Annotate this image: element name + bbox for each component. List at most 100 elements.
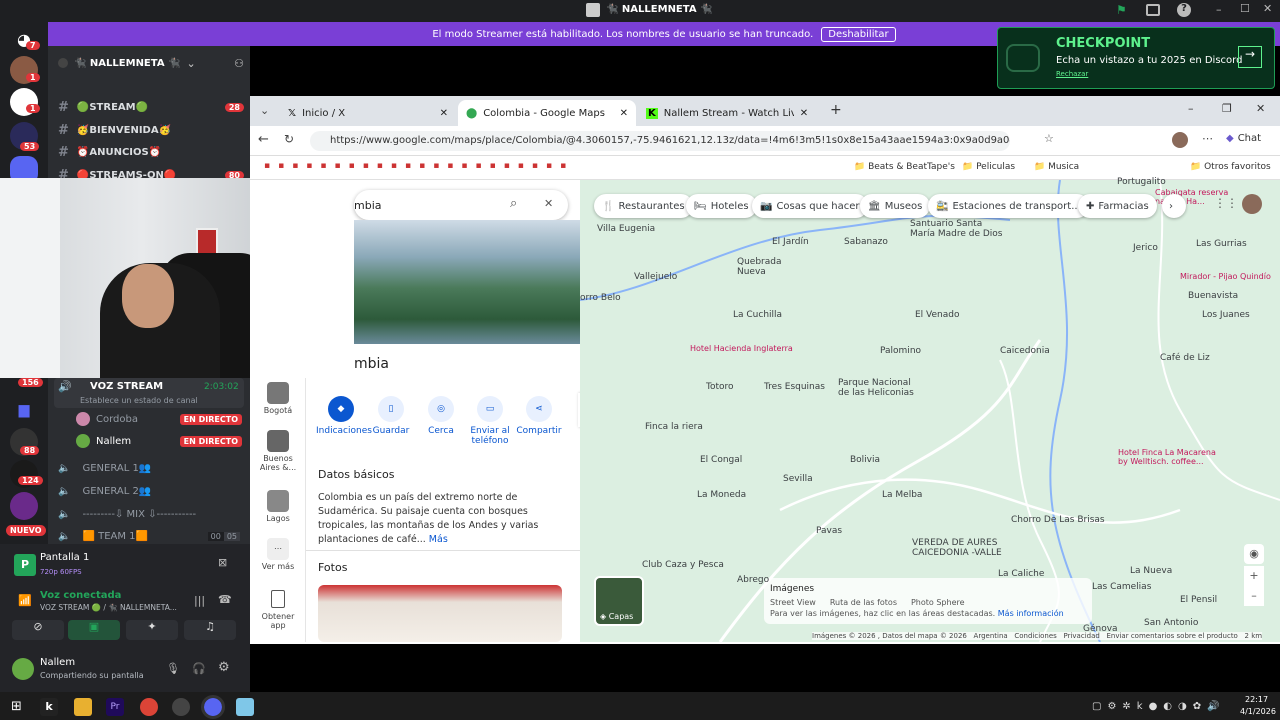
map-poi-label[interactable]: Mirador - Pijao Quindío: [1180, 272, 1271, 281]
inbox-icon[interactable]: ⚑: [1116, 3, 1130, 17]
disconnect-icon[interactable]: ☎: [218, 593, 232, 606]
map-place-label[interactable]: El Venado: [915, 310, 959, 320]
map-place-label[interactable]: La Caliche: [998, 569, 1044, 579]
tab-x[interactable]: 𝕏 Inicio / X ✕: [280, 100, 456, 126]
map-place-label[interactable]: Totoro: [706, 382, 734, 392]
close-browser-button[interactable]: ✕: [1256, 102, 1265, 115]
arrow-right-icon[interactable]: →: [1238, 46, 1262, 68]
map-poi-label[interactable]: Hotel Hacienda Inglaterra: [690, 344, 793, 353]
tray-icons[interactable]: ▢⚙✲k●◐◑✿🔊: [1092, 701, 1226, 712]
screen-icon[interactable]: [1146, 4, 1160, 16]
map-place-label[interactable]: La Moneda: [697, 490, 746, 500]
get-app[interactable]: Obtener app: [256, 590, 300, 630]
photo-sphere-option[interactable]: Photo Sphere: [911, 598, 965, 607]
voice-channel[interactable]: 🔈 GENERAL 2👥: [58, 483, 244, 499]
chat-button[interactable]: ◆ Chat: [1226, 133, 1261, 144]
bookmark-icons[interactable]: ▪▪▪▪▪▪▪▪▪▪▪▪▪▪▪▪▪▪▪▪▪▪: [264, 161, 574, 171]
back-icon[interactable]: ←: [258, 132, 269, 147]
share-screen-button[interactable]: ▣: [68, 620, 120, 640]
map-place-label[interactable]: El Pensil: [1180, 595, 1217, 605]
bookmark-star-icon[interactable]: ☆: [1044, 132, 1054, 145]
camera-off-button[interactable]: ⊘: [12, 620, 64, 640]
avatar[interactable]: [12, 658, 34, 680]
bookmark-folder[interactable]: 📁 Musica: [1034, 162, 1079, 172]
disable-streamer-button[interactable]: Deshabilitar: [821, 26, 896, 42]
chip-restaurants[interactable]: 🍴 Restaurantes: [594, 194, 693, 218]
server-header[interactable]: 🐈‍⬛ NALLEMNETA 🐈‍⬛ ⌄ ⚇: [58, 54, 244, 72]
chip-museums[interactable]: 🏛 Museos: [860, 194, 931, 218]
bookmark-folder[interactable]: 📁 Beats & BeatTape's: [854, 162, 955, 172]
recent-buenos-aires[interactable]: Buenos Aires &...: [256, 430, 300, 472]
voice-channel[interactable]: 🔈 GENERAL 1👥: [58, 460, 244, 476]
map-place-label[interactable]: Las Camelias: [1092, 582, 1151, 592]
tab-google-maps[interactable]: ⬤ Colombia - Google Maps ✕: [458, 100, 636, 126]
map-place-label[interactable]: orro Belo: [580, 293, 621, 303]
url-field[interactable]: https://www.google.com/maps/place/Colomb…: [310, 131, 1010, 151]
channel-status[interactable]: Establece un estado de canal: [80, 396, 198, 405]
server-avatar[interactable]: [10, 492, 38, 520]
close-button[interactable]: ✕: [1263, 2, 1272, 15]
help-icon[interactable]: ?: [1177, 3, 1191, 17]
checkpoint-banner[interactable]: CHECKPOINT Echa un vistazo a tu 2025 en …: [997, 27, 1275, 89]
kick-app-icon[interactable]: k: [40, 698, 58, 716]
channel-item[interactable]: # 🥳BIENVENIDA🥳: [58, 121, 244, 139]
chip-transit[interactable]: 🚉 Estaciones de transport...: [928, 194, 1089, 218]
place-photo[interactable]: [354, 220, 580, 344]
file-explorer-icon[interactable]: [74, 698, 92, 716]
new-tab-button[interactable]: +: [830, 102, 842, 118]
activities-button[interactable]: ✦: [126, 620, 178, 640]
restore-browser-button[interactable]: ❐: [1222, 102, 1232, 115]
map-place-label[interactable]: Quebrada Nueva: [737, 257, 781, 277]
layers-button[interactable]: ◈ Capas: [594, 576, 644, 626]
premiere-icon[interactable]: Pr: [106, 698, 124, 716]
map-place-label[interactable]: Caicedonia: [1000, 346, 1050, 356]
map-canvas[interactable]: ◈ Capas Imágenes Street View Ruta de las …: [580, 180, 1280, 642]
photo-thumbnail[interactable]: [318, 585, 562, 642]
map-place-label[interactable]: Jerico: [1133, 243, 1158, 253]
zoom-in-button[interactable]: +: [1244, 566, 1264, 586]
profile-avatar[interactable]: [1172, 132, 1188, 148]
map-place-label[interactable]: Chorro De Las Brisas: [1011, 515, 1105, 525]
start-icon[interactable]: ⊞: [11, 699, 22, 714]
map-place-label[interactable]: Los Juanes: [1202, 310, 1250, 320]
map-place-label[interactable]: Finca la riera: [645, 422, 703, 432]
clock-time[interactable]: 22:17: [1245, 695, 1268, 704]
voice-user[interactable]: Cordoba EN DIRECTO: [76, 411, 242, 427]
map-place-label[interactable]: Club Caza y Pesca: [642, 560, 724, 570]
notes-icon[interactable]: [236, 698, 254, 716]
screen-share-card[interactable]: P Pantalla 1 720p 60FPS ⊠: [10, 550, 240, 584]
connection-detail[interactable]: VOZ STREAM 🟢 / 🐈‍⬛ NALLEMNETA...: [40, 603, 177, 612]
tab-list-button[interactable]: ⌄: [260, 104, 269, 117]
chrome-profile-icon[interactable]: [201, 695, 225, 719]
map-place-label[interactable]: Palomino: [880, 346, 921, 356]
minimize-button[interactable]: –: [1216, 3, 1222, 16]
map-place-label[interactable]: El Congal: [700, 455, 742, 465]
action-enviar[interactable]: ▭ Enviar al teléfono: [464, 396, 516, 446]
voice-channel[interactable]: 🔈 ---------⇩ MIX ⇩-----------: [58, 506, 244, 522]
map-place-label[interactable]: Villa Eugenia: [597, 224, 655, 234]
map-place-label[interactable]: El Jardín: [772, 237, 809, 247]
map-place-label[interactable]: Café de Liz: [1160, 353, 1210, 363]
my-location-button[interactable]: ◉: [1244, 544, 1264, 564]
map-place-label[interactable]: Génova: [1083, 624, 1118, 634]
minimize-browser-button[interactable]: –: [1188, 102, 1194, 115]
headphones-icon[interactable]: 🎧: [192, 662, 206, 675]
voice-user[interactable]: Nallem EN DIRECTO: [76, 433, 242, 449]
photo-route-option[interactable]: Ruta de las fotos: [830, 598, 897, 607]
map-place-label[interactable]: Tres Esquinas: [764, 382, 825, 392]
tab-kick[interactable]: K Nallem Stream - Watch Live on Ki... ✕: [638, 100, 826, 126]
map-place-label[interactable]: Buenavista: [1188, 291, 1238, 301]
bookmark-folder[interactable]: 📁 Peliculas: [962, 162, 1015, 172]
recent-bogota[interactable]: Bogotá: [256, 382, 300, 415]
settings-gear-icon[interactable]: ⚙: [218, 660, 230, 675]
action-indicaciones[interactable]: ◆ Indicaciones: [316, 396, 372, 436]
action-compartir[interactable]: ⋖ Compartir: [514, 396, 564, 436]
see-more[interactable]: ⋯ Ver más: [256, 538, 300, 571]
chips-next-button[interactable]: ›: [1162, 194, 1186, 218]
map-poi-label[interactable]: Hotel Finca La Macarena by Welltisch. co…: [1118, 448, 1216, 466]
map-place-label[interactable]: La Melba: [882, 490, 922, 500]
reload-icon[interactable]: ↻: [284, 132, 294, 146]
menu-dots-icon[interactable]: ⋯: [1202, 132, 1213, 145]
map-place-label[interactable]: Santuario Santa María Madre de Dios: [910, 219, 1003, 239]
more-info-link[interactable]: Más información: [998, 609, 1064, 618]
